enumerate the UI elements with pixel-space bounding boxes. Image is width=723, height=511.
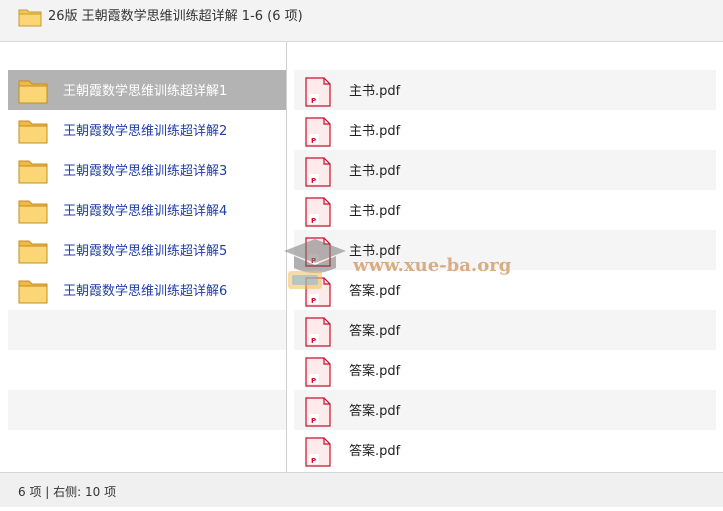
folder-item[interactable]: 王朝霞数学思维训练超详解1 <box>8 70 286 110</box>
pdf-file-icon: P <box>304 157 332 191</box>
title-bar: 26版 王朝霞数学思维训练超详解 1-6 (6 项) <box>0 0 723 42</box>
status-bar: 6 项 | 右侧: 10 项 <box>0 472 723 507</box>
pdf-file-icon: P <box>304 197 332 231</box>
folder-item[interactable]: 王朝霞数学思维训练超详解4 <box>8 190 286 230</box>
file-label: 答案.pdf <box>349 324 401 339</box>
file-label: 主书.pdf <box>349 244 401 259</box>
folder-icon <box>18 278 48 308</box>
file-item[interactable]: P 答案.pdf <box>294 350 716 390</box>
svg-text:P: P <box>311 97 316 105</box>
empty-row <box>8 430 286 470</box>
file-item[interactable]: P 主书.pdf <box>294 70 716 110</box>
file-item[interactable]: P 答案.pdf <box>294 310 716 350</box>
folder-list: 王朝霞数学思维训练超详解1 王朝霞数学思维训练超详解2 王朝霞数学思维训练超详解… <box>8 70 286 470</box>
folder-icon <box>18 158 48 188</box>
folder-item[interactable]: 王朝霞数学思维训练超详解3 <box>8 150 286 190</box>
folder-label: 王朝霞数学思维训练超详解2 <box>63 124 228 139</box>
pdf-file-icon: P <box>304 437 332 471</box>
pdf-file-icon: P <box>304 397 332 431</box>
file-item[interactable]: P 答案.pdf <box>294 430 716 470</box>
empty-row <box>8 310 286 350</box>
file-item[interactable]: P 主书.pdf <box>294 150 716 190</box>
file-label: 主书.pdf <box>349 164 401 179</box>
folder-label: 王朝霞数学思维训练超详解1 <box>63 84 228 99</box>
pane-divider[interactable] <box>286 42 287 472</box>
folder-icon <box>18 78 48 108</box>
pdf-file-icon: P <box>304 317 332 351</box>
svg-text:P: P <box>311 457 316 465</box>
pdf-file-icon: P <box>304 357 332 391</box>
empty-row <box>8 350 286 390</box>
file-list: P 主书.pdf P 主书.pdf P 主书.pdf P 主书.pdf P 主书… <box>294 70 716 470</box>
svg-text:P: P <box>311 217 316 225</box>
svg-text:P: P <box>311 177 316 185</box>
pdf-file-icon: P <box>304 77 332 111</box>
svg-text:P: P <box>311 137 316 145</box>
folder-item[interactable]: 王朝霞数学思维训练超详解2 <box>8 110 286 150</box>
svg-text:P: P <box>311 417 316 425</box>
folder-icon <box>18 238 48 268</box>
file-label: 答案.pdf <box>349 284 401 299</box>
svg-text:P: P <box>311 257 316 265</box>
file-item[interactable]: P 主书.pdf <box>294 230 716 270</box>
folder-label: 王朝霞数学思维训练超详解3 <box>63 164 228 179</box>
file-label: 答案.pdf <box>349 404 401 419</box>
file-label: 主书.pdf <box>349 84 401 99</box>
folder-icon <box>18 198 48 228</box>
empty-row <box>8 390 286 430</box>
file-label: 答案.pdf <box>349 444 401 459</box>
file-item[interactable]: P 答案.pdf <box>294 270 716 310</box>
window-title: 26版 王朝霞数学思维训练超详解 1-6 (6 项) <box>48 9 303 24</box>
folder-label: 王朝霞数学思维训练超详解5 <box>63 244 228 259</box>
pdf-file-icon: P <box>304 237 332 271</box>
svg-text:P: P <box>311 337 316 345</box>
folder-icon <box>18 7 42 31</box>
folder-item[interactable]: 王朝霞数学思维训练超详解6 <box>8 270 286 310</box>
file-item[interactable]: P 答案.pdf <box>294 390 716 430</box>
svg-text:P: P <box>311 297 316 305</box>
file-item[interactable]: P 主书.pdf <box>294 110 716 150</box>
file-label: 主书.pdf <box>349 124 401 139</box>
folder-icon <box>18 118 48 148</box>
file-label: 答案.pdf <box>349 364 401 379</box>
status-text: 6 项 | 右侧: 10 项 <box>18 485 117 499</box>
folder-label: 王朝霞数学思维训练超详解4 <box>63 204 228 219</box>
pdf-file-icon: P <box>304 277 332 311</box>
file-item[interactable]: P 主书.pdf <box>294 190 716 230</box>
file-label: 主书.pdf <box>349 204 401 219</box>
svg-text:P: P <box>311 377 316 385</box>
folder-label: 王朝霞数学思维训练超详解6 <box>63 284 228 299</box>
pdf-file-icon: P <box>304 117 332 151</box>
folder-item[interactable]: 王朝霞数学思维训练超详解5 <box>8 230 286 270</box>
